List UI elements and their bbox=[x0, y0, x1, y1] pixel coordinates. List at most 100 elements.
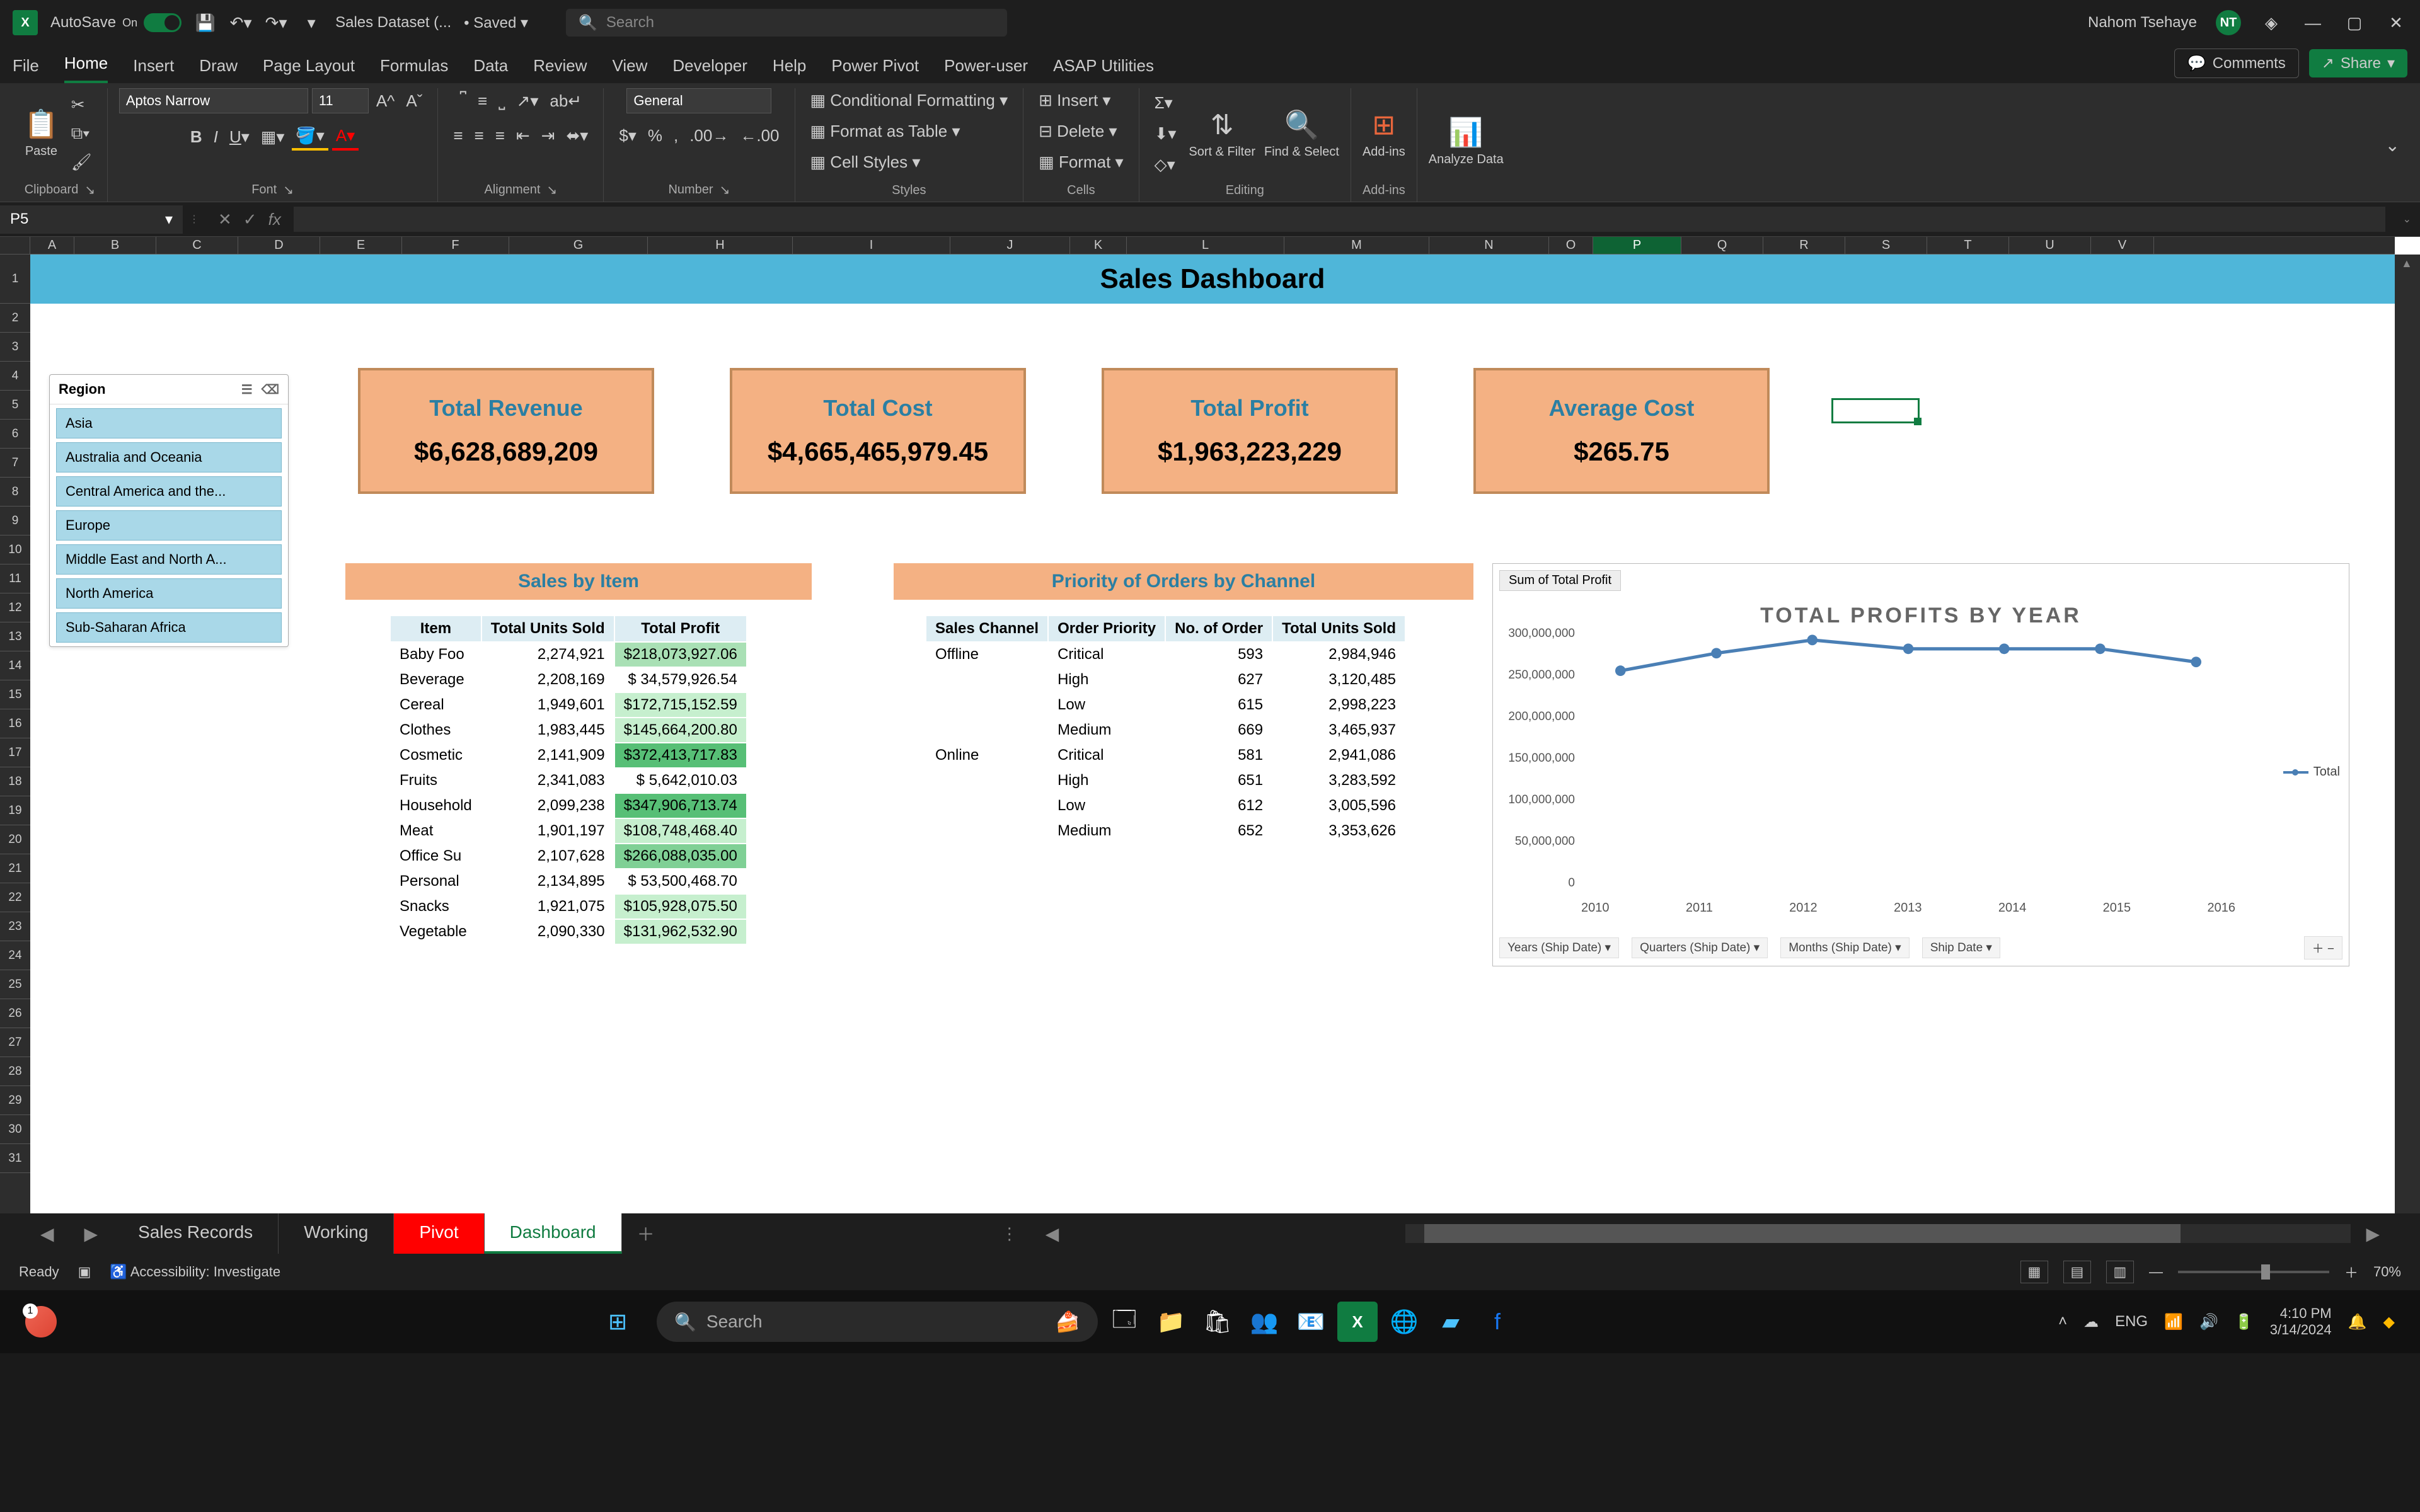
profits-by-year-chart[interactable]: Sum of Total Profit TOTAL PROFITS BY YEA… bbox=[1492, 563, 2349, 966]
row-header-8[interactable]: 8 bbox=[0, 478, 30, 507]
col-header-H[interactable]: H bbox=[648, 237, 793, 254]
cancel-formula-icon[interactable]: ✕ bbox=[218, 210, 232, 229]
col-header-L[interactable]: L bbox=[1127, 237, 1284, 254]
table-row[interactable]: High6273,120,485 bbox=[926, 668, 1405, 692]
zoom-level[interactable]: 70% bbox=[2373, 1264, 2401, 1280]
outlook-icon[interactable]: 📧 bbox=[1291, 1302, 1331, 1342]
clock[interactable]: 4:10 PM 3/14/2024 bbox=[2270, 1305, 2332, 1339]
row-header-30[interactable]: 30 bbox=[0, 1115, 30, 1144]
table-row[interactable]: Snacks1,921,075$105,928,075.50 bbox=[391, 895, 746, 919]
font-name-select[interactable]: Aptos Narrow bbox=[119, 88, 308, 113]
tab-asap-utilities[interactable]: ASAP Utilities bbox=[1053, 56, 1154, 83]
col-header-P[interactable]: P bbox=[1593, 237, 1681, 254]
table-row[interactable]: Low6123,005,596 bbox=[926, 794, 1405, 818]
row-header-14[interactable]: 14 bbox=[0, 651, 30, 680]
macro-record-icon[interactable]: ▣ bbox=[78, 1264, 91, 1280]
col-header-Q[interactable]: Q bbox=[1681, 237, 1763, 254]
page-layout-view-icon[interactable]: ▤ bbox=[2063, 1261, 2091, 1283]
tab-formulas[interactable]: Formulas bbox=[380, 56, 448, 83]
next-sheet-icon[interactable]: ▶ bbox=[69, 1223, 113, 1244]
dialog-launcher-icon[interactable]: ↘ bbox=[720, 182, 730, 198]
align-center-icon[interactable]: ≡ bbox=[471, 123, 488, 148]
diamond-premium-icon[interactable]: ◈ bbox=[2260, 11, 2283, 34]
select-all-corner[interactable] bbox=[0, 237, 30, 255]
chart-filter-buttons[interactable]: Years (Ship Date) ▾Quarters (Ship Date) … bbox=[1499, 936, 2342, 959]
formula-bar[interactable] bbox=[294, 207, 2385, 232]
accounting-icon[interactable]: $▾ bbox=[615, 123, 640, 148]
selected-cell[interactable] bbox=[1831, 398, 1920, 423]
col-header-T[interactable]: T bbox=[1927, 237, 2009, 254]
sheet-canvas[interactable]: Sales Dashboard Region ☰ ⌫ AsiaAustralia… bbox=[30, 255, 2395, 1213]
tab-file[interactable]: File bbox=[13, 56, 39, 83]
accessibility-status[interactable]: ♿ Accessibility: Investigate bbox=[110, 1264, 280, 1280]
clear-icon[interactable]: ◇▾ bbox=[1151, 152, 1180, 177]
format-painter-icon[interactable]: 🖌 bbox=[67, 150, 96, 175]
cloud-icon[interactable]: ☁ bbox=[2083, 1313, 2099, 1331]
facebook-icon[interactable]: f bbox=[1477, 1302, 1518, 1342]
addins-button[interactable]: ⊞Add-ins bbox=[1363, 109, 1405, 159]
name-box[interactable]: P5▾ bbox=[0, 205, 183, 234]
col-header-F[interactable]: F bbox=[402, 237, 509, 254]
scroll-right-icon[interactable]: ▶ bbox=[2351, 1223, 2395, 1244]
row-header-9[interactable]: 9 bbox=[0, 507, 30, 536]
qat-more-icon[interactable]: ▾ bbox=[300, 11, 323, 34]
cell-styles-button[interactable]: ▦ Cell Styles ▾ bbox=[807, 150, 925, 175]
new-sheet-icon[interactable]: ＋ bbox=[622, 1221, 670, 1246]
underline-icon[interactable]: U▾ bbox=[226, 125, 253, 149]
language-icon[interactable]: ENG bbox=[2115, 1313, 2148, 1331]
row-header-11[interactable]: 11 bbox=[0, 564, 30, 593]
redo-icon[interactable]: ↷▾ bbox=[265, 11, 287, 34]
autosave-toggle[interactable]: AutoSave On bbox=[50, 13, 182, 32]
number-format-select[interactable]: General bbox=[626, 88, 771, 113]
task-view-icon[interactable]: 🗔 bbox=[1104, 1302, 1144, 1342]
table-row[interactable]: Meat1,901,197$108,748,468.40 bbox=[391, 819, 746, 843]
col-header-E[interactable]: E bbox=[320, 237, 402, 254]
file-explorer-icon[interactable]: 📁 bbox=[1151, 1302, 1191, 1342]
percent-icon[interactable]: % bbox=[644, 123, 666, 148]
slicer-item[interactable]: Middle East and North A... bbox=[56, 544, 282, 575]
app-generic-icon[interactable]: ▰ bbox=[1431, 1302, 1471, 1342]
row-header-31[interactable]: 31 bbox=[0, 1144, 30, 1173]
table-row[interactable]: Cereal1,949,601$172,715,152.59 bbox=[391, 693, 746, 717]
zoom-in-icon[interactable]: ＋ bbox=[2344, 1262, 2358, 1282]
col-header-M[interactable]: M bbox=[1284, 237, 1429, 254]
comments-button[interactable]: 💬 Comments bbox=[2174, 49, 2299, 78]
formula-expand-icon[interactable]: ⌄ bbox=[2394, 213, 2420, 226]
wrap-text-icon[interactable]: ab↵ bbox=[546, 89, 585, 113]
increase-indent-icon[interactable]: ⇥ bbox=[538, 123, 559, 148]
search-box[interactable]: 🔍 Search bbox=[566, 9, 1007, 37]
merge-center-icon[interactable]: ⬌▾ bbox=[562, 123, 592, 148]
save-status[interactable]: • Saved ▾ bbox=[464, 14, 528, 32]
align-right-icon[interactable]: ≡ bbox=[492, 123, 509, 148]
slicer-item[interactable]: Europe bbox=[56, 510, 282, 541]
horizontal-scrollbar[interactable] bbox=[1405, 1224, 2351, 1243]
row-header-27[interactable]: 27 bbox=[0, 1028, 30, 1057]
sales-by-item-table[interactable]: ItemTotal Units SoldTotal ProfitBaby Foo… bbox=[389, 615, 747, 945]
scroll-left-icon[interactable]: ◀ bbox=[1030, 1223, 1075, 1244]
align-left-icon[interactable]: ≡ bbox=[449, 123, 466, 148]
copilot-pre-icon[interactable]: ◆ bbox=[2383, 1313, 2395, 1331]
toggle-on-icon[interactable] bbox=[144, 13, 182, 32]
decrease-indent-icon[interactable]: ⇤ bbox=[512, 123, 534, 148]
chrome-icon[interactable]: 🌐 bbox=[1384, 1302, 1424, 1342]
decrease-font-icon[interactable]: Aˇ bbox=[402, 89, 426, 113]
tab-insert[interactable]: Insert bbox=[133, 56, 174, 83]
sheet-tab[interactable]: Working bbox=[279, 1213, 394, 1254]
row-header-23[interactable]: 23 bbox=[0, 912, 30, 941]
col-header-S[interactable]: S bbox=[1845, 237, 1927, 254]
taskbar-search[interactable]: 🔍 Search🍰 bbox=[657, 1302, 1098, 1342]
dialog-launcher-icon[interactable]: ↘ bbox=[283, 182, 294, 198]
insert-cells-button[interactable]: ⊞ Insert ▾ bbox=[1035, 88, 1114, 113]
row-header-18[interactable]: 18 bbox=[0, 767, 30, 796]
row-header-20[interactable]: 20 bbox=[0, 825, 30, 854]
share-button[interactable]: ↗ Share ▾ bbox=[2309, 49, 2407, 77]
restore-icon[interactable]: ▢ bbox=[2343, 11, 2366, 34]
col-header-D[interactable]: D bbox=[238, 237, 320, 254]
row-header-2[interactable]: 2 bbox=[0, 304, 30, 333]
analyze-data-button[interactable]: 📊Analyze Data bbox=[1429, 116, 1504, 167]
battery-icon[interactable]: 🔋 bbox=[2235, 1313, 2254, 1331]
chart-expand-icon[interactable]: ＋ − bbox=[2304, 936, 2342, 959]
notifications-icon[interactable]: 🔔 bbox=[2348, 1313, 2367, 1331]
priority-orders-table[interactable]: Sales ChannelOrder PriorityNo. of OrderT… bbox=[925, 615, 1406, 844]
col-header-O[interactable]: O bbox=[1549, 237, 1593, 254]
